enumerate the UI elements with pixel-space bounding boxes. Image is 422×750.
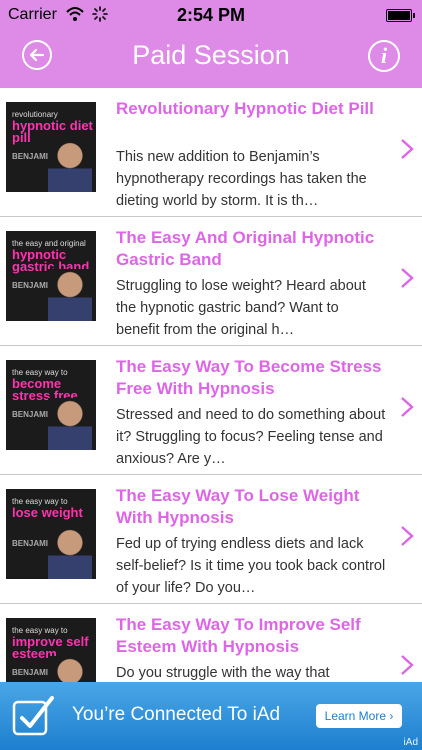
nav-bar: Paid Session i <box>0 30 422 88</box>
session-description: Do you struggle with the way that <box>116 665 330 681</box>
chevron-right-icon <box>401 268 414 288</box>
chevron-right-icon <box>401 526 414 546</box>
session-title: The Easy Way To Improve Self Esteem With… <box>116 615 361 656</box>
status-bar: Carrier 2:54 PM <box>0 0 422 30</box>
battery-icon <box>386 9 415 22</box>
session-description: Stressed and need to do something about … <box>116 407 386 467</box>
author-photo <box>48 269 92 321</box>
author-photo <box>48 398 92 450</box>
chevron-right-icon <box>401 655 414 675</box>
list-item[interactable]: revolutionary hypnotic diet pill BENJAMI… <box>0 88 422 217</box>
thumbnail-title: lose weight <box>12 505 83 520</box>
list-item[interactable]: the easy way to become stress free BENJA… <box>0 346 422 475</box>
learn-more-button[interactable]: Learn More › <box>316 704 402 728</box>
session-thumbnail: the easy way to improve self esteem BENJ… <box>6 618 96 682</box>
chevron-right-icon <box>401 139 414 159</box>
list-item[interactable]: the easy way to lose weight BENJAMIN BON… <box>0 475 422 604</box>
session-description: Fed up of trying endless diets and lack … <box>116 536 386 596</box>
chevron-right-icon <box>401 397 414 417</box>
checkbox-check-icon <box>12 696 54 736</box>
session-title: The Easy And Original Hypnotic Gastric B… <box>116 228 375 269</box>
session-title: Revolutionary Hypnotic Diet Pill <box>116 99 374 118</box>
ad-text: You’re Connected To iAd <box>72 704 281 725</box>
info-button[interactable]: i <box>368 40 400 72</box>
session-thumbnail: the easy and original hypnotic gastric b… <box>6 231 96 321</box>
session-thumbnail: revolutionary hypnotic diet pill BENJAMI… <box>6 102 96 192</box>
session-thumbnail: the easy way to become stress free BENJA… <box>6 360 96 450</box>
list-item[interactable]: the easy and original hypnotic gastric b… <box>0 217 422 346</box>
clock-time: 2:54 PM <box>176 5 246 25</box>
session-description: This new addition to Benjamin’s hypnothe… <box>116 149 367 209</box>
author-photo <box>48 656 92 682</box>
list-item[interactable]: the easy way to improve self esteem BENJ… <box>0 604 422 682</box>
ad-banner[interactable]: You’re Connected To iAd Learn More › iAd <box>0 682 422 750</box>
author-photo <box>48 140 92 192</box>
session-description: Struggling to lose weight? Heard about t… <box>116 278 366 338</box>
session-list: revolutionary hypnotic diet pill BENJAMI… <box>0 88 422 682</box>
session-title: The Easy Way To Become Stress Free With … <box>116 357 382 398</box>
page-title: Paid Session <box>132 40 290 70</box>
iad-tag: iAd <box>403 737 418 748</box>
session-thumbnail: the easy way to lose weight BENJAMIN BON… <box>6 489 96 579</box>
session-title: The Easy Way To Lose Weight With Hypnosi… <box>116 486 360 527</box>
author-photo <box>48 527 92 579</box>
